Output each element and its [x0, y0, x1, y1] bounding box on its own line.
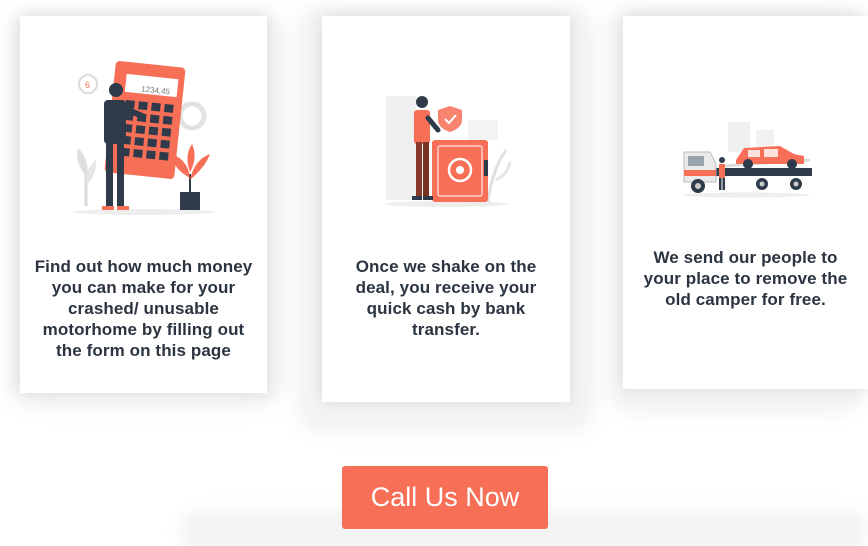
page: 6 1234,45 Find out how much money you ca…	[0, 0, 868, 546]
step-1-text: Find out how much money you can make for…	[34, 257, 253, 360]
safe-illustration-icon	[322, 90, 570, 210]
step-2-text: Once we shake on the deal, you receive y…	[355, 257, 537, 339]
step-card-2: Once we shake on the deal, you receive y…	[322, 16, 570, 402]
svg-text:6: 6	[85, 80, 90, 90]
call-us-now-button[interactable]: Call Us Now	[342, 466, 548, 529]
step-card-1: 6 1234,45 Find out how much money you ca…	[20, 16, 267, 393]
step-card-3: We send our people to your place to remo…	[623, 16, 868, 389]
calculator-illustration-icon: 6 1234,45	[20, 56, 267, 226]
tow-truck-illustration-icon	[623, 120, 868, 200]
step-3-text: We send our people to your place to remo…	[643, 248, 848, 309]
